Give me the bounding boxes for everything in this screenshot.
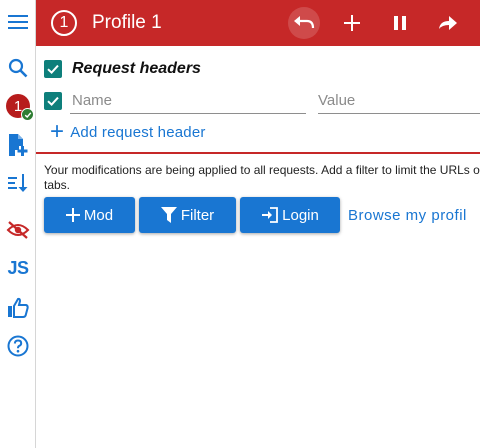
add-file-icon bbox=[9, 134, 28, 156]
header-entry-checkbox[interactable] bbox=[44, 92, 62, 110]
sidebar: 1 JS bbox=[0, 0, 36, 448]
hide-button[interactable] bbox=[4, 216, 32, 244]
add-profile-button[interactable] bbox=[4, 131, 32, 159]
action-bar: Mod Filter Login Browse my profil bbox=[44, 197, 467, 233]
active-check-icon bbox=[21, 108, 34, 121]
search-button[interactable] bbox=[4, 54, 32, 82]
add-modification-button[interactable] bbox=[336, 7, 368, 39]
profile-1-button[interactable]: 1 bbox=[4, 92, 34, 121]
sort-icon bbox=[8, 174, 28, 192]
menu-button[interactable] bbox=[4, 8, 32, 36]
help-icon bbox=[7, 335, 29, 357]
request-headers-checkbox[interactable] bbox=[44, 60, 62, 78]
login-icon bbox=[261, 207, 279, 223]
login-label: Login bbox=[282, 206, 319, 224]
profile-badge-icon: 1 bbox=[6, 94, 34, 121]
pause-icon bbox=[394, 16, 406, 30]
search-icon bbox=[8, 58, 28, 78]
help-button[interactable] bbox=[4, 332, 32, 360]
browse-profiles-link[interactable]: Browse my profil bbox=[348, 207, 467, 224]
check-icon bbox=[47, 64, 59, 75]
undo-button[interactable] bbox=[288, 7, 320, 39]
javascript-button[interactable]: JS bbox=[4, 254, 32, 282]
menu-icon bbox=[8, 15, 28, 29]
sort-button[interactable] bbox=[4, 169, 32, 197]
profile-header: 1 Profile 1 bbox=[36, 0, 480, 46]
filter-notice: Your modifications are being applied to … bbox=[44, 163, 480, 192]
add-request-header-label: Add request header bbox=[70, 123, 206, 141]
add-filter-button[interactable]: Filter bbox=[139, 197, 236, 233]
profile-number-icon: 1 bbox=[51, 10, 77, 36]
share-button[interactable] bbox=[432, 7, 464, 39]
rate-button[interactable] bbox=[4, 294, 32, 322]
thumbs-up-icon bbox=[8, 297, 29, 318]
check-icon bbox=[47, 96, 59, 107]
header-value-input[interactable]: Value bbox=[318, 90, 480, 114]
header-entry-row: Name Value bbox=[44, 90, 480, 114]
request-headers-section: Request headers bbox=[44, 58, 201, 80]
plus-icon bbox=[65, 208, 80, 222]
section-divider bbox=[36, 152, 480, 154]
undo-icon bbox=[294, 16, 315, 29]
filter-label: Filter bbox=[180, 206, 215, 224]
login-button[interactable]: Login bbox=[240, 197, 340, 233]
eye-off-icon bbox=[6, 221, 30, 239]
profile-title[interactable]: Profile 1 bbox=[92, 12, 162, 34]
plus-icon: + bbox=[50, 118, 65, 145]
mod-label: Mod bbox=[83, 206, 114, 224]
header-name-input[interactable]: Name bbox=[70, 90, 306, 114]
js-icon: JS bbox=[7, 257, 29, 278]
add-mod-button[interactable]: Mod bbox=[44, 197, 135, 233]
plus-icon bbox=[344, 15, 360, 31]
filter-icon bbox=[160, 207, 177, 223]
pause-button[interactable] bbox=[384, 7, 416, 39]
share-icon bbox=[439, 16, 457, 30]
add-request-header-button[interactable]: + Add request header bbox=[50, 118, 206, 145]
section-title: Request headers bbox=[72, 60, 201, 77]
